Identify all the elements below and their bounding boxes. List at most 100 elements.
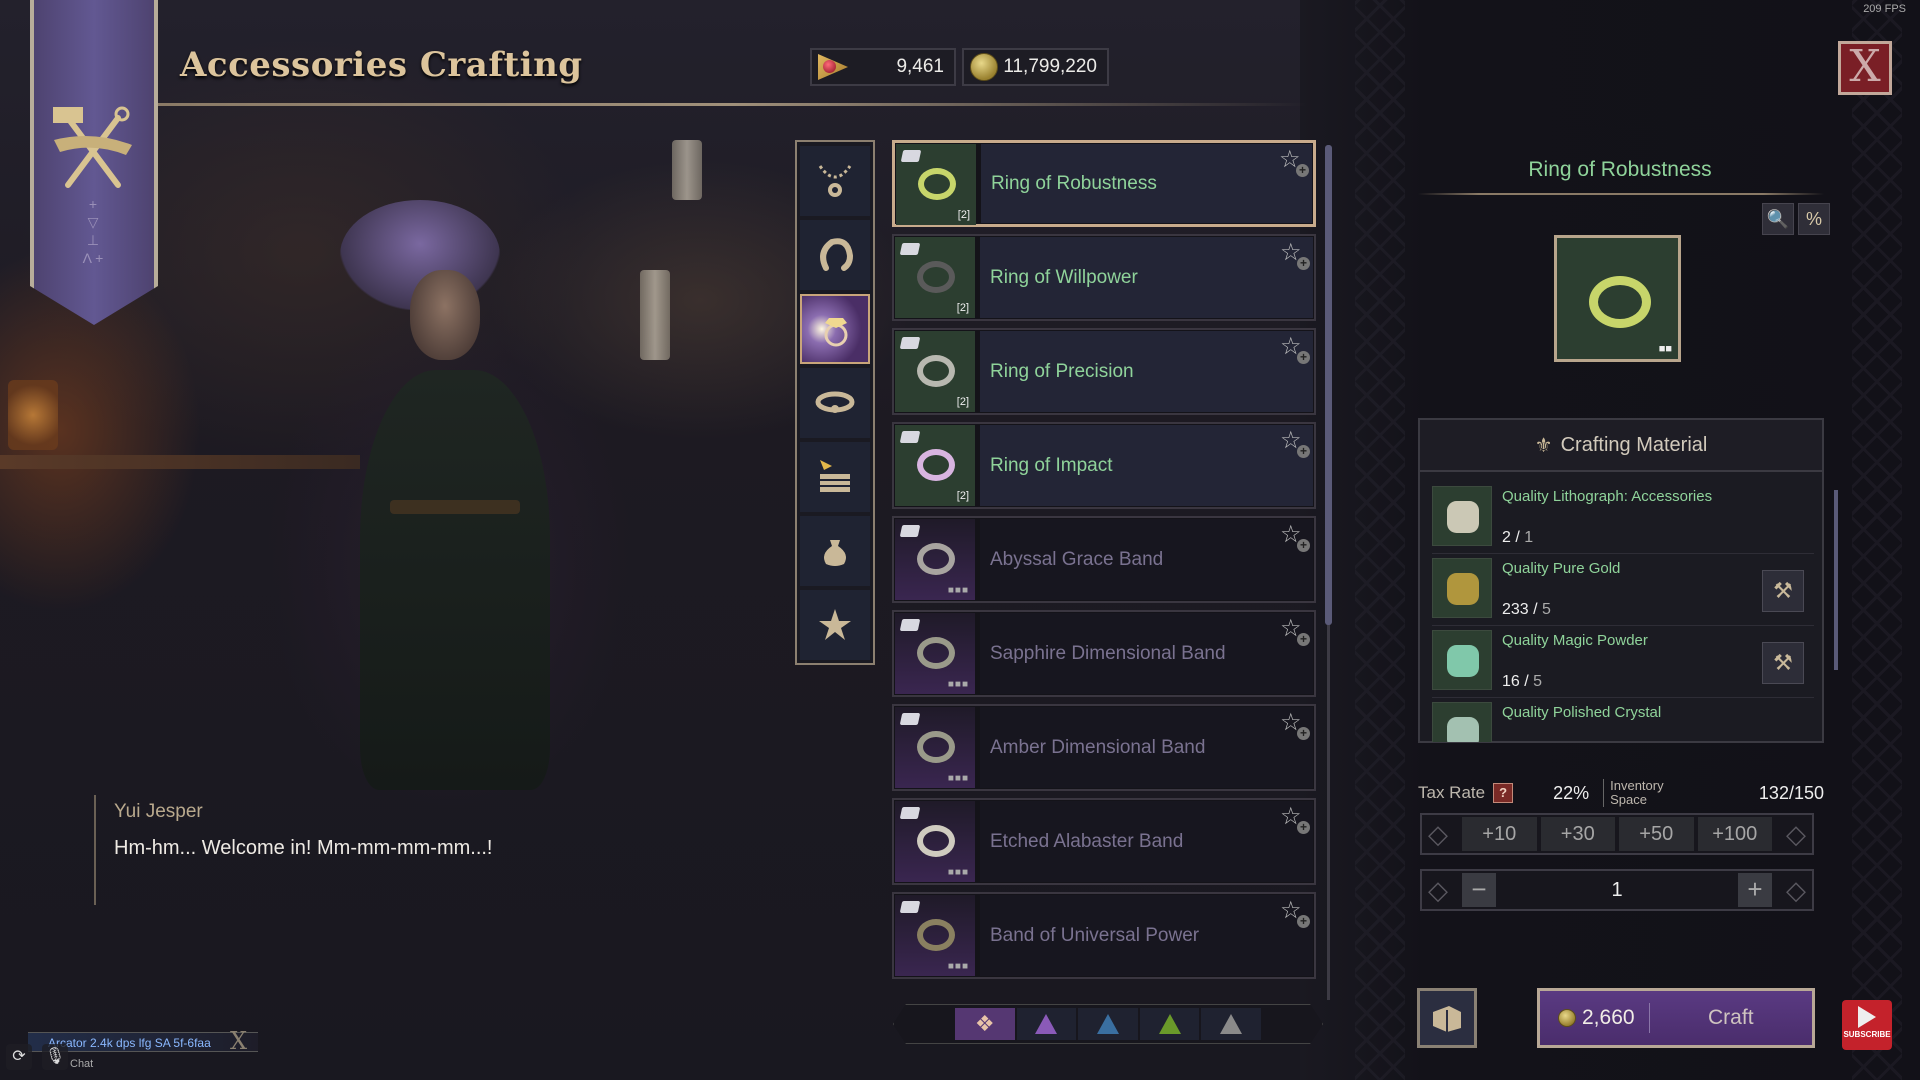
materials-header-label: Crafting Material bbox=[1560, 433, 1708, 456]
success-rate-button[interactable]: % bbox=[1798, 203, 1830, 235]
npc-character[interactable] bbox=[320, 180, 580, 800]
tier-badge: [2] bbox=[956, 396, 969, 408]
material-row[interactable]: Quality Polished Crystal bbox=[1432, 698, 1814, 742]
craft-material-button[interactable]: ⚒ bbox=[1762, 642, 1804, 684]
recipe-item[interactable]: [2] Ring of Impact ☆ + bbox=[892, 422, 1316, 509]
add-favorite-button[interactable]: ☆ + bbox=[1280, 522, 1310, 552]
gold-nugget-icon bbox=[1432, 558, 1492, 618]
add-favorite-button[interactable]: ☆ + bbox=[1280, 898, 1310, 928]
craft-button[interactable]: 2,660 Craft bbox=[1537, 988, 1815, 1048]
search-button[interactable]: 🔍 bbox=[1762, 203, 1794, 235]
crate-icon bbox=[820, 460, 850, 492]
recipe-thumbnail: ■■■ bbox=[895, 707, 975, 788]
chat-close-button[interactable]: X bbox=[230, 1029, 247, 1053]
add-100-button[interactable]: +100 bbox=[1697, 817, 1772, 851]
craft-material-button[interactable]: ⚒ bbox=[1762, 570, 1804, 612]
add-50-button[interactable]: +50 bbox=[1619, 817, 1694, 851]
recipe-item[interactable]: ■■■ Band of Universal Power ☆ + bbox=[892, 892, 1316, 979]
title-divider bbox=[158, 103, 1308, 106]
add-30-button[interactable]: +30 bbox=[1540, 817, 1615, 851]
material-count: 233 / 5 bbox=[1502, 601, 1551, 618]
material-name: Quality Polished Crystal bbox=[1502, 704, 1662, 721]
grade-filter-all[interactable]: ❖ bbox=[955, 1008, 1015, 1040]
recipe-book-icon bbox=[899, 901, 921, 913]
tab-favorites[interactable] bbox=[800, 590, 870, 660]
plus-icon: + bbox=[1297, 445, 1310, 458]
plus-icon: + bbox=[1296, 164, 1309, 177]
material-have: 16 bbox=[1502, 673, 1520, 690]
plus-icon: + bbox=[1297, 915, 1310, 928]
material-row[interactable]: Quality Pure Gold 233 / 5 ⚒ bbox=[1432, 554, 1814, 626]
recipe-thumbnail: ■■■ bbox=[895, 519, 975, 600]
material-need: 5 bbox=[1533, 673, 1543, 690]
refresh-icon[interactable]: ⟳ bbox=[6, 1044, 32, 1070]
craft-label: Craft bbox=[1708, 1006, 1754, 1029]
add-favorite-button[interactable]: ☆ + bbox=[1280, 240, 1310, 270]
tab-ring[interactable] bbox=[800, 294, 870, 364]
add-favorite-button[interactable]: ☆ + bbox=[1280, 428, 1310, 458]
chat-input-hint[interactable]: Chat bbox=[70, 1058, 93, 1070]
necklace-icon bbox=[818, 165, 852, 197]
recipe-name: Sapphire Dimensional Band bbox=[980, 613, 1313, 694]
recipe-item[interactable]: ■■■ Amber Dimensional Band ☆ + bbox=[892, 704, 1316, 791]
ring-item-icon bbox=[918, 168, 956, 200]
ring-icon bbox=[824, 318, 848, 347]
star-icon bbox=[819, 609, 851, 640]
add-favorite-button[interactable]: ☆ + bbox=[1280, 710, 1310, 740]
title-divider bbox=[1418, 193, 1824, 195]
add-favorite-button[interactable]: ☆ + bbox=[1279, 147, 1309, 177]
tier-badge: ■■ bbox=[1658, 343, 1672, 355]
candle bbox=[640, 270, 670, 360]
material-name: Quality Lithograph: Accessories bbox=[1502, 488, 1713, 505]
npc-dialog-line: Hm-hm... Welcome in! Mm-mm-mm-mm...! bbox=[114, 837, 493, 859]
grade-filter-common[interactable] bbox=[1201, 1008, 1261, 1040]
close-button[interactable]: X bbox=[1838, 41, 1892, 95]
grade-filter-uncommon[interactable] bbox=[1139, 1008, 1200, 1040]
recipe-item[interactable]: ■■■ Abyssal Grace Band ☆ + bbox=[892, 516, 1316, 603]
quantity-input[interactable]: 1 bbox=[1500, 879, 1734, 902]
recipe-item[interactable]: [2] Ring of Robustness ☆ + bbox=[892, 140, 1316, 227]
item-preview[interactable]: ■■ bbox=[1554, 235, 1681, 362]
material-count: 2 / 1 bbox=[1502, 529, 1534, 546]
storage-button[interactable] bbox=[1417, 988, 1477, 1048]
lattice-border bbox=[1355, 0, 1405, 1080]
plus-icon: + bbox=[1297, 821, 1310, 834]
banner-runes: + ▽ ⊥ Λ + bbox=[82, 196, 104, 266]
quick-add-bar: +10 +30 +50 +100 bbox=[1420, 813, 1814, 855]
add-favorite-button[interactable]: ☆ + bbox=[1280, 804, 1310, 834]
material-need: 1 bbox=[1524, 529, 1534, 546]
grade-pyramid-icon bbox=[1096, 1014, 1119, 1034]
tab-pouch[interactable] bbox=[800, 516, 870, 586]
grade-filter-bar: ❖ bbox=[893, 1004, 1323, 1044]
scrollbar-thumb[interactable] bbox=[1325, 145, 1332, 625]
ring-item-icon bbox=[917, 449, 955, 481]
recipe-name: Ring of Robustness bbox=[981, 144, 1312, 223]
tab-belt[interactable] bbox=[800, 368, 870, 438]
material-name: Quality Magic Powder bbox=[1502, 632, 1648, 649]
tab-necklace[interactable] bbox=[800, 146, 870, 216]
help-icon[interactable]: ? bbox=[1493, 783, 1514, 803]
add-favorite-button[interactable]: ☆ + bbox=[1280, 616, 1310, 646]
percent-icon: % bbox=[1805, 209, 1822, 229]
tab-earring[interactable] bbox=[800, 220, 870, 290]
material-row[interactable]: Quality Lithograph: Accessories 2 / 1 bbox=[1432, 482, 1814, 554]
grade-pyramid-icon bbox=[1220, 1014, 1243, 1034]
increase-quantity-button[interactable]: + bbox=[1738, 873, 1772, 907]
ring-item-icon bbox=[917, 637, 955, 669]
decrease-quantity-button[interactable]: − bbox=[1462, 873, 1496, 907]
materials-scrollbar[interactable] bbox=[1834, 490, 1838, 670]
recipe-name: Etched Alabaster Band bbox=[980, 801, 1313, 882]
grade-filter-rare[interactable] bbox=[1078, 1008, 1138, 1040]
grade-filter-epic[interactable] bbox=[1016, 1008, 1077, 1040]
material-row[interactable]: Quality Magic Powder 16 / 5 ⚒ bbox=[1432, 626, 1814, 698]
recipe-item[interactable]: [2] Ring of Precision ☆ + bbox=[892, 328, 1316, 415]
recipe-thumbnail: ■■■ bbox=[895, 801, 975, 882]
add-favorite-button[interactable]: ☆ + bbox=[1280, 334, 1310, 364]
microphone-icon[interactable]: 🎙 bbox=[42, 1044, 68, 1070]
recipe-item[interactable]: ■■■ Sapphire Dimensional Band ☆ + bbox=[892, 610, 1316, 697]
add-10-button[interactable]: +10 bbox=[1462, 817, 1537, 851]
tab-materials[interactable] bbox=[800, 442, 870, 512]
subscribe-button[interactable]: SUBSCRIBE bbox=[1842, 1000, 1892, 1050]
recipe-item[interactable]: [2] Ring of Willpower ☆ + bbox=[892, 234, 1316, 321]
recipe-item[interactable]: ■■■ Etched Alabaster Band ☆ + bbox=[892, 798, 1316, 885]
